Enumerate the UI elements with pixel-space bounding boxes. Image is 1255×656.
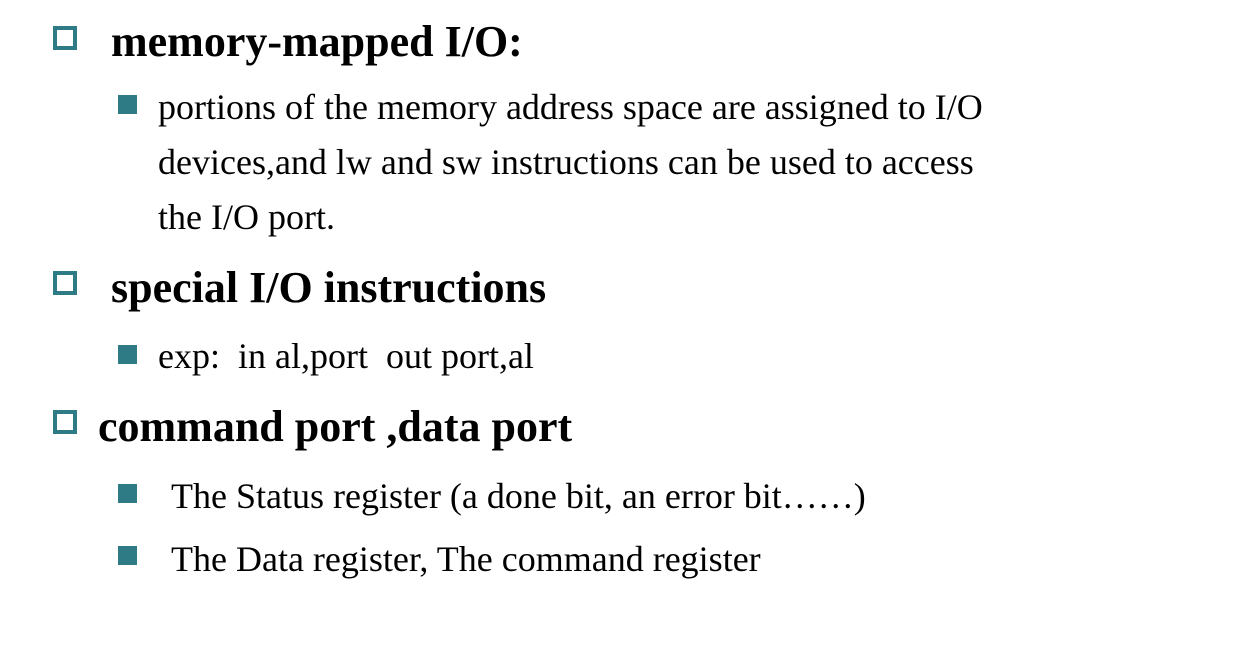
filled-square-bullet-icon <box>118 546 137 565</box>
bullet-text-line: exp: in al,port out port,al <box>158 336 534 376</box>
section-heading-memory-mapped-io: memory-mapped I/O: <box>111 17 523 66</box>
section-heading-special-io-instructions: special I/O instructions <box>111 263 547 312</box>
filled-square-bullet-icon <box>118 95 137 114</box>
hollow-square-bullet-icon <box>53 26 77 50</box>
bullet-text-line: The Data register, The command register <box>171 539 761 579</box>
bullet-text-line: the I/O port. <box>158 197 335 237</box>
filled-square-bullet-icon <box>118 345 137 364</box>
bullet-text-line: portions of the memory address space are… <box>158 87 983 127</box>
bullet-text-line: The Status register (a done bit, an erro… <box>171 476 866 516</box>
slide: memory-mapped I/O: portions of the memor… <box>0 0 1255 656</box>
hollow-square-bullet-icon <box>53 410 77 434</box>
section-heading-command-port-data-port: command port ,data port <box>98 402 573 451</box>
hollow-square-bullet-icon <box>53 271 77 295</box>
filled-square-bullet-icon <box>118 484 137 503</box>
bullet-text-line: devices,and lw and sw instructions can b… <box>158 142 974 182</box>
